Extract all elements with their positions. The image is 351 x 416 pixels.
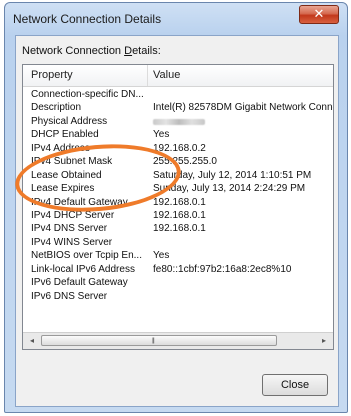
list-row[interactable]: IPv4 WINS Server	[23, 237, 333, 250]
dialog-client-area: Network Connection Details: Property Val…	[15, 35, 339, 407]
property-cell: Connection-specific DN...	[31, 89, 144, 100]
column-divider[interactable]	[147, 65, 148, 86]
value-cell	[153, 116, 205, 128]
property-cell: Description	[31, 102, 82, 114]
list-row[interactable]: IPv4 Default Gateway 192.168.0.1	[23, 197, 333, 210]
property-cell: Lease Obtained	[31, 169, 102, 181]
value-cell: 192.168.0.1	[153, 209, 206, 221]
value-cell: 192.168.0.1	[153, 223, 206, 235]
scrollbar-thumb[interactable]: |||	[41, 335, 277, 346]
list-row[interactable]: IPv4 DNS Server 192.168.0.1	[23, 223, 333, 236]
property-cell: IPv6 DNS Server	[31, 290, 108, 302]
property-cell: Lease Expires	[31, 183, 95, 195]
property-cell: DHCP Enabled	[31, 129, 99, 141]
redacted-value	[153, 118, 205, 125]
list-header: Property Value	[23, 65, 333, 87]
value-cell: 255.255.255.0	[153, 156, 217, 168]
close-icon: ✕	[313, 7, 325, 22]
scroll-right-icon[interactable]: ▸	[318, 335, 330, 347]
column-header-property[interactable]: Property	[31, 69, 73, 81]
property-cell: IPv4 Subnet Mask	[31, 156, 113, 168]
value-cell: 192.168.0.2	[153, 142, 206, 154]
list-row[interactable]: IPv6 DNS Server	[23, 291, 333, 304]
list-row[interactable]: Connection-specific DN...	[23, 89, 333, 102]
column-header-value[interactable]: Value	[153, 69, 180, 81]
property-cell: NetBIOS over Tcpip En...	[31, 250, 142, 262]
details-list[interactable]: Property Value Connection-specific DN...…	[22, 64, 334, 350]
property-cell: IPv4 DHCP Server	[31, 209, 115, 221]
property-cell: IPv4 WINS Server	[31, 236, 113, 248]
title-close-button[interactable]: ✕	[299, 5, 339, 24]
value-cell: Saturday, July 12, 2014 1:10:51 PM	[153, 169, 312, 181]
scroll-left-icon[interactable]: ◂	[26, 335, 38, 347]
list-row[interactable]: Description Intel(R) 82578DM Gigabit Netw…	[23, 102, 333, 115]
list-row[interactable]: Physical Address	[23, 116, 333, 129]
list-row[interactable]: IPv4 DHCP Server 192.168.0.1	[23, 210, 333, 223]
value-cell: 192.168.0.1	[153, 196, 206, 208]
value-cell: Yes	[153, 250, 170, 262]
horizontal-scrollbar[interactable]: ◂ ||| ▸	[23, 332, 333, 349]
list-row[interactable]: IPv4 Subnet Mask 255.255.255.0	[23, 156, 333, 169]
list-row[interactable]: Lease Obtained Saturday, July 12, 2014 1:…	[23, 170, 333, 183]
property-cell: IPv4 Default Gateway	[31, 196, 128, 208]
list-rows: Connection-specific DN... Description Int…	[23, 89, 333, 304]
value-cell: Sunday, July 13, 2014 2:24:29 PM	[153, 183, 306, 195]
close-button[interactable]: Close	[262, 374, 328, 396]
window-title: Network Connection Details	[13, 12, 162, 26]
details-label: Network Connection Details:	[22, 45, 161, 57]
list-row[interactable]: NetBIOS over Tcpip En... Yes	[23, 250, 333, 263]
property-cell: IPv4 DNS Server	[31, 223, 108, 235]
list-row[interactable]: IPv6 Default Gateway	[23, 277, 333, 290]
property-cell: Link-local IPv6 Address	[31, 263, 135, 275]
list-row[interactable]: DHCP Enabled Yes	[23, 129, 333, 142]
list-row[interactable]: IPv4 Address 192.168.0.2	[23, 143, 333, 156]
value-cell: Intel(R) 82578DM Gigabit Network Conne	[153, 102, 334, 114]
value-cell: Yes	[153, 129, 170, 141]
dialog-window: Network Connection Details ✕ Network Con…	[4, 2, 348, 413]
property-cell: IPv6 Default Gateway	[31, 277, 128, 289]
value-cell: fe80::1cbf:97b2:16a8:2ec8%10	[153, 263, 292, 275]
grip-icon: |||	[152, 338, 155, 344]
property-cell: Physical Address	[31, 115, 108, 127]
list-row[interactable]: Link-local IPv6 Address fe80::1cbf:97b2:1…	[23, 264, 333, 277]
property-cell: IPv4 Address	[31, 142, 90, 154]
list-row[interactable]: Lease Expires Sunday, July 13, 2014 2:24:…	[23, 183, 333, 196]
